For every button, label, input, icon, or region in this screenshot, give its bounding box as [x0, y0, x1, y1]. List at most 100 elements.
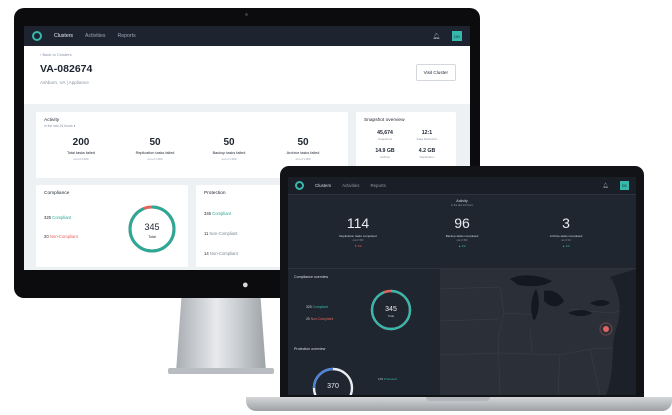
donut-total-label: Total	[388, 314, 394, 318]
noncompliant-count: 20	[306, 317, 310, 321]
protection-label: Compliant	[212, 211, 232, 216]
app-logo-icon[interactable]	[32, 31, 42, 41]
stat-label: Archive tasks failed	[286, 151, 320, 155]
snapshot-value: 12:1	[421, 130, 433, 136]
snapshot-value: 4.2 GB	[418, 148, 436, 154]
snapshot-label: Snapshots	[377, 137, 393, 141]
monitor-camera	[245, 13, 248, 16]
noncompliant-count: 20	[44, 234, 49, 239]
compliant-row[interactable]: 325 Compliant	[306, 305, 328, 309]
donut-total: 345	[385, 306, 397, 313]
snapshot-item: 4.2 GB Replication	[406, 148, 448, 159]
nav-link-reports[interactable]: Reports	[370, 183, 385, 188]
protection-row[interactable]: 14 Non-Compliant	[204, 251, 238, 256]
back-link[interactable]: ‹ Back to Clusters	[40, 52, 454, 57]
activity-title: Activity	[44, 118, 60, 123]
device-mockup: Clusters Activities Reports 🔔︎ DD ‹ Back…	[0, 0, 672, 415]
activity-range-label: in the last 24 hours	[451, 204, 473, 207]
protection-count: 345	[204, 211, 211, 216]
stat-label: Backup tasks completed	[445, 234, 479, 238]
apple-logo-icon: ●	[242, 279, 249, 291]
compliance-title: Compliance	[44, 191, 70, 196]
snapshot-label: Data Reduction	[416, 137, 438, 141]
nav-link-clusters[interactable]: Clusters	[54, 33, 73, 39]
compliance-donut: 345 Total	[128, 205, 176, 253]
snapshot-title: Snapshot overview	[364, 118, 405, 123]
laptop: Clusters Activities Reports 🔔︎ DD Activi…	[280, 166, 644, 398]
compliant-label: Compliant	[312, 305, 328, 309]
snapshot-item: 14.9 GB Archive	[364, 148, 406, 159]
protection-row[interactable]: 170 Protected	[378, 377, 397, 381]
stat-label: Replication tasks completed	[339, 234, 377, 238]
compliant-count: 325	[306, 305, 312, 309]
donut-total-label: Total	[148, 235, 156, 239]
stat-replication-completed: 114 Replication tasks completed out of 1…	[308, 215, 408, 248]
back-link-label: Back to Clusters	[42, 52, 72, 57]
stat-total-failed: 200 Total tasks failed out of 4,000	[44, 137, 118, 161]
laptop-compliance-panel: Compliance overview 325 Compliant 20 Non…	[288, 269, 438, 395]
page-title: VA-082674	[40, 63, 93, 75]
stat-value: 3	[562, 215, 570, 231]
stat-out-of: out of 1,000	[221, 157, 237, 161]
stat-out-of: out of 150	[456, 239, 468, 242]
protection-label: Non-Compliant	[209, 231, 238, 236]
nav-link-activities[interactable]: Activities	[342, 183, 359, 188]
avatar[interactable]: DD	[452, 31, 462, 41]
notification-bell-icon[interactable]: 🔔︎	[603, 183, 609, 189]
compliant-row[interactable]: 325 Compliant	[44, 215, 78, 220]
stat-label: Replication tasks failed	[135, 151, 175, 155]
app-logo-icon[interactable]	[295, 181, 304, 190]
stat-value: 96	[454, 215, 470, 231]
compliance-card: Compliance 325 Compliant 20 Non-Complian…	[36, 185, 188, 267]
nav-link-activities[interactable]: Activities	[85, 33, 105, 39]
protection-count: 14	[204, 251, 209, 256]
laptop-top-nav: Clusters Activities Reports 🔔︎ DD	[288, 177, 636, 195]
noncompliant-label: Non-Compliant	[49, 234, 78, 239]
notification-bell-icon[interactable]: 🔔︎	[432, 33, 440, 40]
stat-label: Total tasks failed	[66, 151, 96, 155]
laptop-screen: Clusters Activities Reports 🔔︎ DD Activi…	[288, 177, 636, 395]
chevron-down-icon: ▾	[73, 124, 76, 128]
nav-link-reports[interactable]: Reports	[118, 33, 136, 39]
protection-row[interactable]: 11 Non-Compliant	[204, 231, 237, 236]
compliance-donut: 345 Total	[370, 289, 412, 331]
laptop-notch	[426, 397, 490, 401]
compliance-overview-title: Compliance overview	[294, 275, 329, 279]
compliant-label: Compliant	[52, 215, 72, 220]
avatar[interactable]: DD	[620, 181, 629, 190]
stat-backup-completed: 96 Backup tasks completed out of 150 ▲ 4…	[412, 215, 512, 248]
compliance-legend: 325 Compliant 20 Non-Compliant	[44, 215, 78, 253]
cluster-marker-icon[interactable]	[603, 326, 609, 332]
snapshot-label: Archive	[379, 155, 390, 159]
protection-row[interactable]: 345 Compliant	[204, 211, 231, 216]
cluster-header: ‹ Back to Clusters VA-082674 Ashburn, VA…	[24, 46, 470, 104]
laptop-activity-panel: Activity in the last 24 hours 114 Replic…	[288, 195, 636, 269]
noncompliant-row[interactable]: 20 Non-Compliant	[306, 317, 333, 321]
protection-overview-title: Protection overview	[294, 347, 326, 351]
snapshot-grid: 45,674 Snapshots 12:1 Data Reduction 14.9 …	[364, 130, 448, 159]
stat-archive-failed: 50 Archive tasks failed out of 1,000	[266, 137, 340, 161]
protection-label: Non-Compliant	[209, 251, 238, 256]
stat-value: 50	[297, 137, 309, 148]
monitor-stand	[176, 298, 266, 372]
visit-cluster-button[interactable]: Visit Cluster	[415, 64, 456, 81]
snapshot-item: 45,674 Snapshots	[364, 130, 406, 141]
cluster-map[interactable]	[440, 269, 636, 395]
activity-stats: 200 Total tasks failed out of 4,000 50 R…	[44, 137, 340, 161]
protection-count: 11	[204, 231, 209, 236]
activity-range-label: in the last 24 hours	[44, 124, 73, 128]
compliant-count: 325	[44, 215, 51, 220]
stat-label: Backup tasks failed	[212, 151, 246, 155]
stat-out-of: out of 1,000	[147, 157, 163, 161]
nav-link-clusters[interactable]: Clusters	[315, 183, 331, 188]
protection-donut: 370	[312, 367, 354, 395]
top-nav: Clusters Activities Reports 🔔︎ DD	[24, 26, 470, 46]
protection-label: Protected	[383, 377, 397, 381]
snapshot-label: Replication	[419, 155, 435, 159]
stat-value: 50	[149, 137, 161, 148]
noncompliant-row[interactable]: 20 Non-Compliant	[44, 234, 78, 239]
stat-trend: ▲ 4%	[458, 244, 466, 248]
cluster-location: Ashburn, VA | Appliance	[40, 80, 89, 85]
activity-range-select[interactable]: in the last 24 hours ▾	[44, 124, 340, 128]
noncompliant-label: Non-Compliant	[310, 317, 334, 321]
